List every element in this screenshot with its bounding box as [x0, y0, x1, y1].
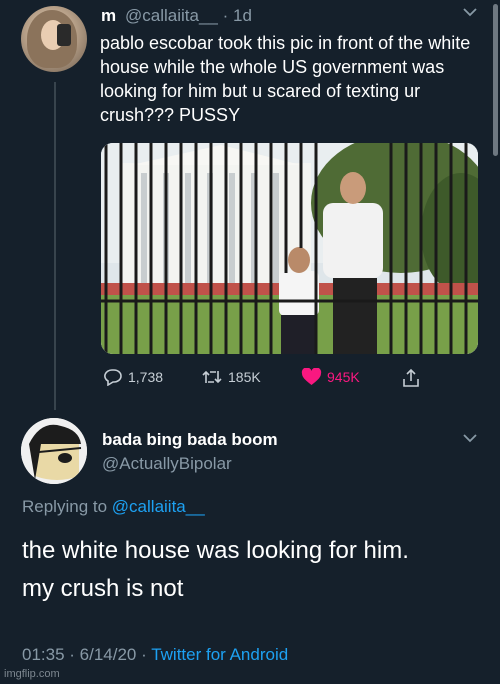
replying-to: Replying to @callaiita__	[22, 497, 205, 517]
scrollbar[interactable]	[493, 4, 498, 156]
replying-mention-link[interactable]: @callaiita__	[112, 497, 205, 516]
avatar[interactable]	[21, 418, 87, 484]
tweet-meta: 01:35 · 6/14/20 · Twitter for Android	[22, 645, 288, 665]
author-name[interactable]: m	[101, 6, 116, 26]
reply-text-line: the white house was looking for him.	[22, 537, 409, 564]
reply-text: the white house was looking for him. my …	[22, 532, 492, 608]
replying-prefix: Replying to	[22, 497, 108, 516]
avatar[interactable]	[21, 6, 87, 72]
author-handle-text: @callaiita__	[125, 6, 218, 25]
share-icon	[401, 368, 421, 388]
chevron-down-icon[interactable]	[462, 432, 478, 444]
reply-button[interactable]: 1,738	[103, 368, 163, 386]
timestamp: 01:35 · 6/14/20 ·	[22, 645, 147, 664]
reply-author-handle[interactable]: @ActuallyBipolar	[102, 454, 232, 474]
retweet-count: 185K	[228, 369, 261, 385]
reply-text-line: my crush is not	[22, 575, 184, 602]
like-button[interactable]: 945K	[301, 368, 360, 386]
thread-line	[54, 82, 56, 410]
retweet-icon	[201, 368, 223, 386]
reply-icon	[103, 368, 123, 386]
reply-author-name[interactable]: bada bing bada boom	[102, 430, 278, 450]
retweet-button[interactable]: 185K	[201, 368, 261, 386]
like-icon	[301, 368, 322, 386]
reply-count: 1,738	[128, 369, 164, 385]
like-count: 945K	[327, 369, 360, 385]
tweet-time: · 1d	[222, 6, 252, 25]
tweet-photo[interactable]	[101, 143, 478, 354]
chevron-down-icon[interactable]	[462, 6, 478, 18]
share-button[interactable]	[401, 368, 421, 388]
watermark: imgflip.com	[4, 668, 60, 680]
client-app-link[interactable]: Twitter for Android	[151, 645, 288, 664]
author-handle[interactable]: @callaiita__ · 1d	[125, 6, 252, 26]
tweet-text: pablo escobar took this pic in front of …	[100, 33, 471, 125]
